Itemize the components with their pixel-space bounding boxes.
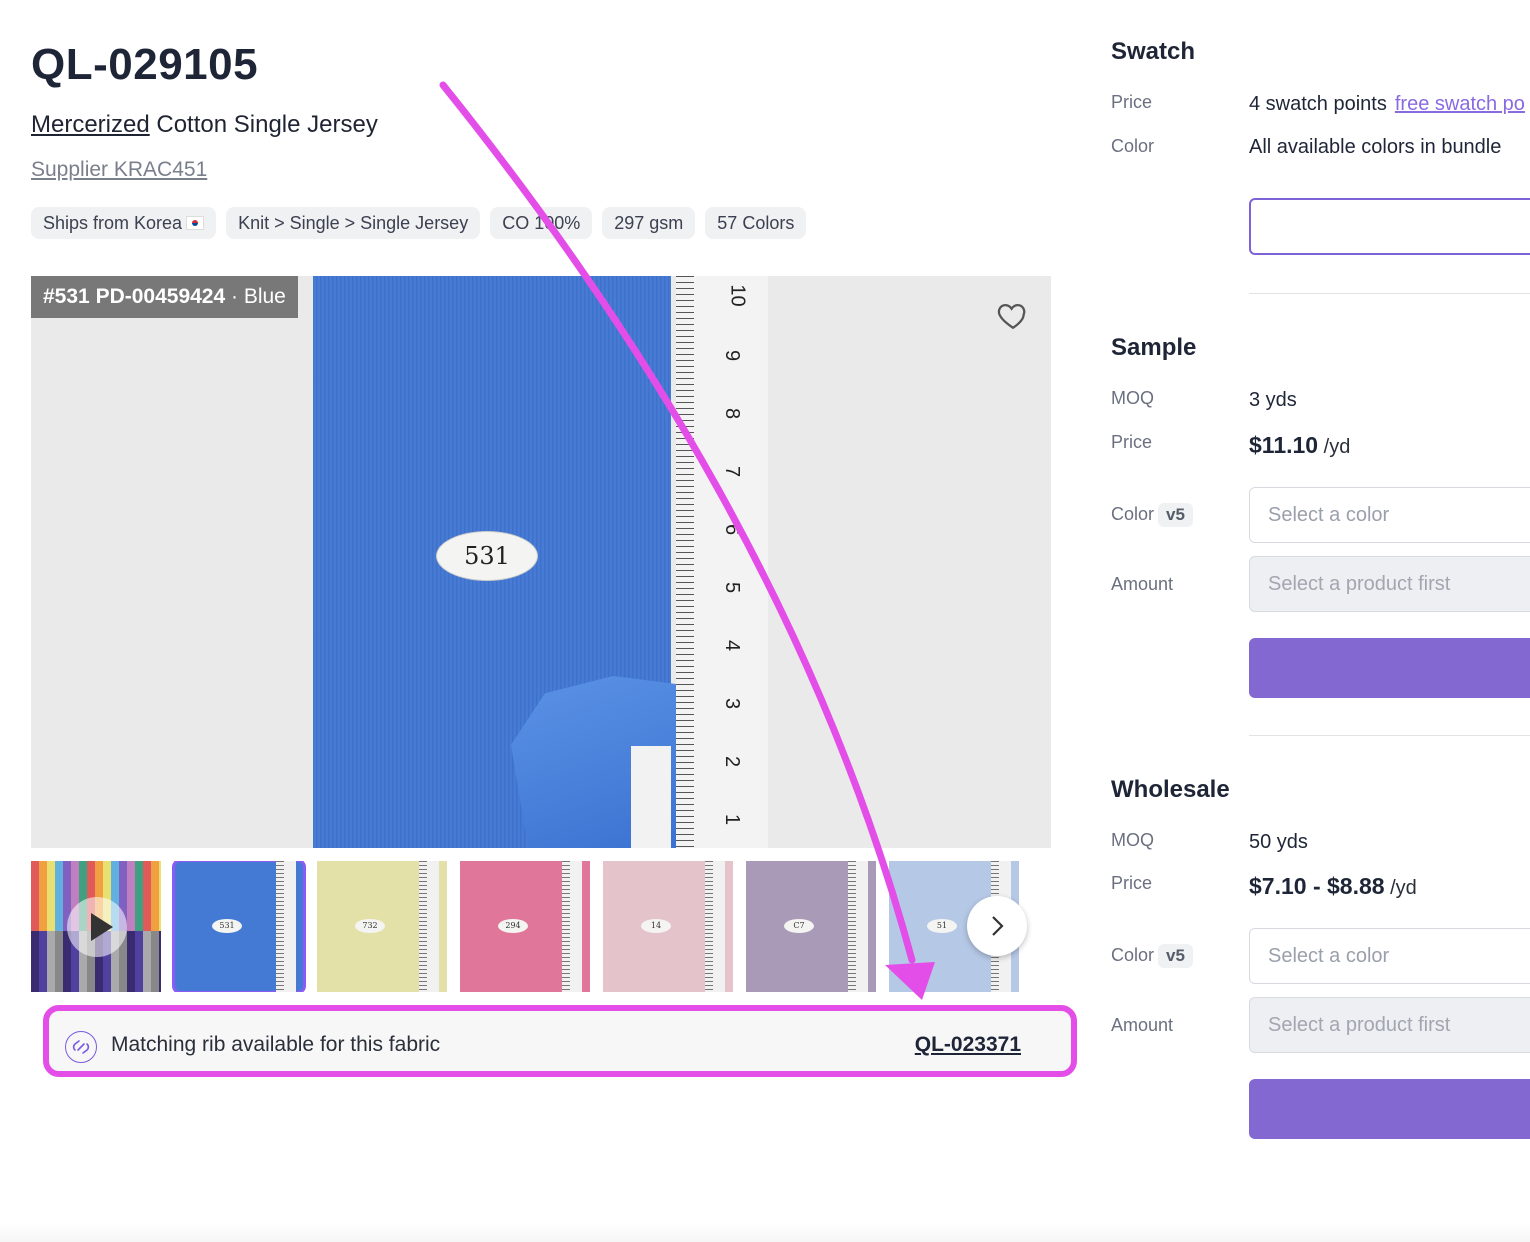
swatch-price-label: Price xyxy=(1111,92,1153,112)
sample-moq-value: 3 yds xyxy=(1249,389,1297,411)
korea-flag-icon xyxy=(186,216,205,230)
wholesale-add-to-cart-button[interactable] xyxy=(1249,1079,1530,1139)
thumbnail-c7[interactable]: C7 xyxy=(746,861,876,992)
wholesale-price-value: $7.10 - $8.88 /yd xyxy=(1249,873,1417,899)
sample-add-to-cart-button[interactable] xyxy=(1249,638,1530,698)
sample-moq-label: MOQ xyxy=(1111,388,1154,408)
supplier-link[interactable]: Supplier KRAC451 xyxy=(31,158,207,182)
wholesale-color-select[interactable]: Select a color xyxy=(1249,928,1530,984)
thumbnail-14[interactable]: 14 xyxy=(603,861,733,992)
variant-badge: v5 xyxy=(1158,503,1193,527)
wholesale-moq-label: MOQ xyxy=(1111,830,1154,850)
tag-ships-from: Ships from Korea xyxy=(31,207,217,239)
play-icon[interactable] xyxy=(67,897,127,957)
variant-badge: v5 xyxy=(1158,944,1193,968)
rib-product-link[interactable]: QL-023371 xyxy=(915,1033,1021,1057)
wholesale-amount-select[interactable]: Select a product first xyxy=(1249,997,1530,1053)
product-code-title: QL-029105 xyxy=(31,40,259,89)
product-subtitle: Mercerized Cotton Single Jersey xyxy=(31,111,378,139)
mercerized-link[interactable]: Mercerized xyxy=(31,111,150,138)
sample-color-label: Color v5 xyxy=(1111,503,1193,527)
tag-composition: CO 100% xyxy=(490,207,593,239)
swatch-price-value: 4 swatch points free swatch po xyxy=(1249,93,1525,115)
swatch-add-button[interactable] xyxy=(1249,198,1530,255)
subtitle-rest: Cotton Single Jersey xyxy=(149,111,378,138)
fabric-number-tag: 531 xyxy=(436,531,538,581)
swatch-section-title: Swatch xyxy=(1111,38,1196,65)
sample-amount-select[interactable]: Select a product first xyxy=(1249,556,1530,612)
divider xyxy=(1249,735,1530,736)
swatch-color-label: Color xyxy=(1111,136,1155,156)
sample-price-label: Price xyxy=(1111,432,1153,452)
tag-list: Ships from Korea Knit > Single > Single … xyxy=(31,207,807,239)
sample-price-value: $11.10 /yd xyxy=(1249,432,1351,458)
sample-amount-label: Amount xyxy=(1111,574,1174,594)
main-product-image[interactable]: 531 10 9 8 7 6 5 4 3 2 1 xyxy=(31,276,1051,848)
wholesale-moq-value: 50 yds xyxy=(1249,831,1308,853)
rib-message: Matching rib available for this fabric xyxy=(111,1033,441,1056)
next-thumbnails-button[interactable] xyxy=(967,896,1027,956)
wholesale-amount-label: Amount xyxy=(1111,1015,1174,1035)
matching-rib-banner: Matching rib available for this fabric Q… xyxy=(43,1005,1077,1077)
thumbnail-531[interactable]: 531 xyxy=(172,861,306,992)
favorite-heart-icon[interactable] xyxy=(996,298,1030,332)
sample-section-title: Sample xyxy=(1111,334,1197,361)
image-color-label: #531 PD-00459424 · Blue xyxy=(31,276,298,318)
divider xyxy=(1249,293,1530,294)
thumbnail-294[interactable]: 294 xyxy=(460,861,590,992)
sample-color-select[interactable]: Select a color xyxy=(1249,487,1530,543)
wholesale-price-label: Price xyxy=(1111,873,1153,893)
wholesale-color-label: Color v5 xyxy=(1111,944,1193,968)
swatch-color-value: All available colors in bundle xyxy=(1249,136,1502,158)
thumbnail-732[interactable]: 732 xyxy=(317,861,447,992)
free-swatch-link[interactable]: free swatch po xyxy=(1395,93,1525,115)
tag-category[interactable]: Knit > Single > Single Jersey xyxy=(226,207,481,239)
thumbnail-video[interactable] xyxy=(31,861,161,992)
link-icon xyxy=(65,1031,97,1063)
tag-colors-count[interactable]: 57 Colors xyxy=(705,207,807,239)
thumbnail-strip: 531 732 294 14 C7 51 xyxy=(31,861,1033,992)
ruler: 10 9 8 7 6 5 4 3 2 1 xyxy=(676,276,768,848)
tag-weight: 297 gsm xyxy=(602,207,696,239)
wholesale-section-title: Wholesale xyxy=(1111,776,1230,803)
chevron-right-icon xyxy=(992,916,1004,936)
